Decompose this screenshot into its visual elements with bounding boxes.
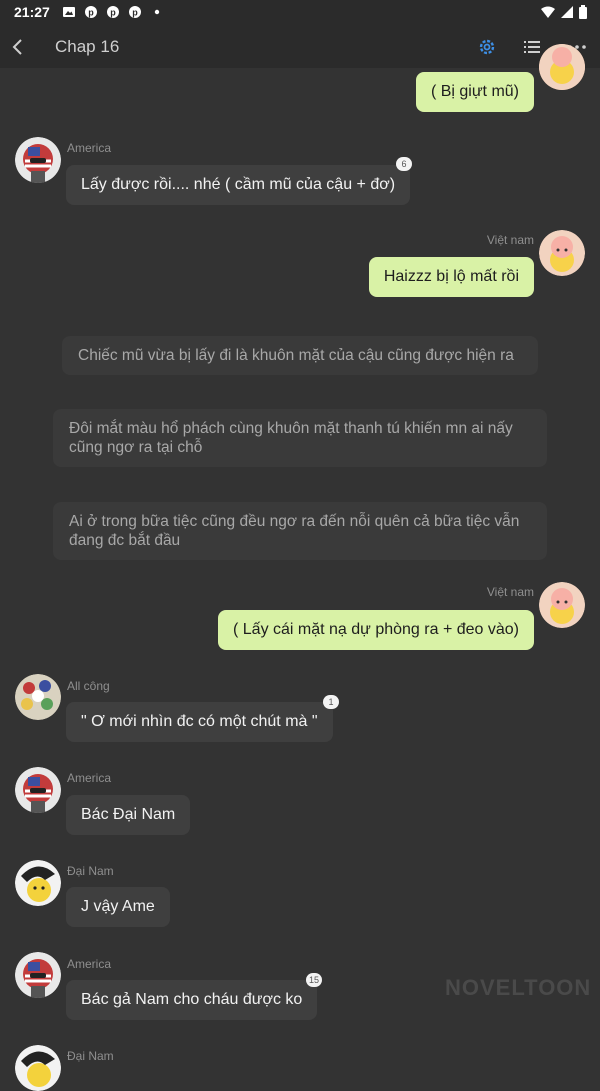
- message-bubble: J vậy Ame: [66, 887, 170, 927]
- comment-count-badge[interactable]: 6: [396, 157, 412, 171]
- narration-block: Chiếc mũ vừa bị lấy đi là khuôn mặt của …: [62, 336, 538, 375]
- noveltoon-watermark: NOVELTOON: [445, 975, 592, 1000]
- message-bubble: Lấy được rồi.... nhé ( cầm mũ của cậu + …: [66, 165, 411, 205]
- back-button[interactable]: [5, 34, 31, 60]
- pinterest-icon: p: [107, 6, 119, 18]
- message-bubble: Haizzz bị lộ mất rồi: [368, 257, 534, 297]
- narration-block: Đôi mắt màu hổ phách cùng khuôn mặt than…: [53, 409, 547, 467]
- message-bubble: ( Lấy cái mặt nạ dự phòng ra + đeo vào): [218, 610, 534, 650]
- svg-text:p: p: [88, 8, 94, 18]
- character-avatar-icon: [15, 767, 61, 813]
- avatar-america[interactable]: [15, 137, 61, 183]
- message-bubble: " Ơ mới nhìn đc có một chút mà ": [66, 702, 333, 742]
- pinterest-icon: p: [85, 6, 97, 18]
- sender-name: Việt nam: [486, 585, 534, 599]
- character-avatar-icon: [539, 582, 585, 628]
- message-bubble: ( Bị giựt mũ): [415, 72, 534, 112]
- avatar-dai-nam[interactable]: [15, 1045, 61, 1091]
- image-icon: [63, 7, 75, 17]
- character-avatar-icon: [15, 674, 61, 720]
- character-avatar-icon: [15, 952, 61, 998]
- avatar-vietnam[interactable]: [539, 44, 585, 90]
- message-bubble: Bác Đại Nam: [66, 795, 191, 835]
- narration-block: Ai ở trong bữa tiệc cũng đều ngơ ra đến …: [53, 502, 547, 560]
- settings-icon: [479, 39, 495, 55]
- sender-name: America: [67, 957, 112, 971]
- sender-name: Việt nam: [486, 233, 534, 247]
- sender-name: Đại Nam: [67, 1049, 114, 1063]
- character-avatar-icon: [15, 137, 61, 183]
- sender-name: America: [67, 141, 112, 155]
- battery-icon: [579, 5, 587, 19]
- sender-name: America: [67, 771, 112, 785]
- signal-icon: [561, 6, 573, 18]
- avatar-vietnam[interactable]: [539, 582, 585, 628]
- pinterest-icon: p: [129, 6, 141, 18]
- avatar-all-cong[interactable]: [15, 674, 61, 720]
- top-bar: Chap 16: [0, 26, 600, 68]
- status-bar: 21:27 p p p: [0, 0, 600, 26]
- character-avatar-icon: [15, 1045, 61, 1091]
- status-time: 21:27: [14, 4, 50, 20]
- notification-dot-icon: [154, 9, 160, 15]
- back-icon: [12, 39, 22, 55]
- wifi-icon: [541, 6, 555, 18]
- svg-text:p: p: [110, 8, 116, 18]
- avatar-america[interactable]: [15, 767, 61, 813]
- character-avatar-icon: [15, 860, 61, 906]
- avatar-vietnam[interactable]: [539, 230, 585, 276]
- character-avatar-icon: [539, 44, 585, 90]
- sender-name: Đại Nam: [67, 864, 114, 878]
- svg-text:p: p: [132, 8, 138, 18]
- settings-button[interactable]: [474, 34, 500, 60]
- comment-count-badge[interactable]: 15: [306, 973, 322, 987]
- chapter-title: Chap 16: [55, 37, 120, 56]
- list-icon: [524, 41, 540, 53]
- comment-count-badge[interactable]: 1: [323, 695, 339, 709]
- character-avatar-icon: [539, 230, 585, 276]
- avatar-america[interactable]: [15, 952, 61, 998]
- sender-name: All công: [67, 679, 110, 693]
- message-bubble: Bác gả Nam cho cháu được ko: [66, 980, 318, 1020]
- avatar-dai-nam[interactable]: [15, 860, 61, 906]
